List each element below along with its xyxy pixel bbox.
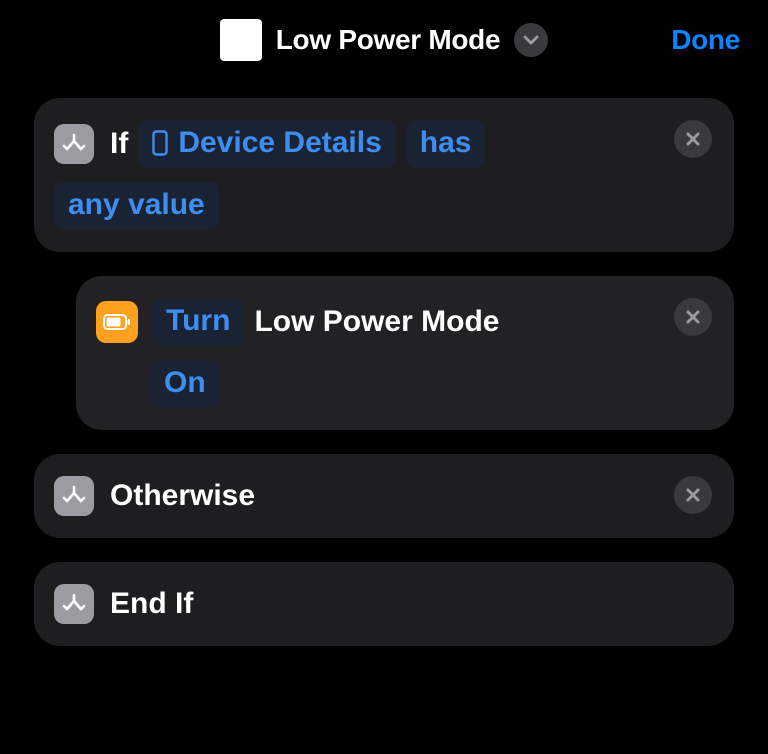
if-variable-token[interactable]: Device Details (138, 120, 395, 168)
turn-token[interactable]: Turn (152, 298, 244, 346)
shortcut-icon[interactable] (220, 19, 262, 61)
endif-block[interactable]: End If (34, 562, 734, 646)
if-qualifier-token[interactable]: any value (54, 182, 219, 230)
delete-otherwise-button[interactable] (674, 476, 712, 514)
delete-lpm-button[interactable] (674, 298, 712, 336)
chevron-down-icon (523, 35, 539, 45)
if-condition-token[interactable]: has (406, 120, 486, 168)
if-variable-label: Device Details (178, 125, 381, 161)
control-flow-icon (54, 584, 94, 624)
battery-app-icon (96, 301, 138, 343)
shortcut-title: Low Power Mode (276, 24, 500, 56)
lpm-row: Turn Low Power Mode (96, 298, 710, 346)
branch-icon (62, 132, 86, 156)
done-button[interactable]: Done (671, 24, 740, 56)
shortcut-header: Low Power Mode Done (0, 0, 768, 80)
control-flow-icon (54, 124, 94, 164)
if-keyword: If (110, 127, 128, 161)
delete-if-button[interactable] (674, 120, 712, 158)
otherwise-block[interactable]: Otherwise (34, 454, 734, 538)
otherwise-keyword: Otherwise (110, 479, 255, 513)
close-icon (685, 131, 701, 147)
branch-icon (62, 592, 86, 616)
set-low-power-mode-block[interactable]: Turn Low Power Mode On (76, 276, 734, 430)
on-token[interactable]: On (150, 360, 220, 408)
battery-icon (103, 314, 131, 330)
header-center: Low Power Mode (220, 19, 548, 61)
endif-keyword: End If (110, 587, 193, 621)
if-row-2: any value (54, 182, 710, 230)
lpm-row-2: On (150, 360, 710, 408)
control-flow-icon (54, 476, 94, 516)
lpm-subject: Low Power Mode (254, 305, 499, 339)
device-icon (152, 130, 168, 156)
if-block[interactable]: If Device Details has any value (34, 98, 734, 252)
nested-actions: Turn Low Power Mode On (76, 276, 734, 430)
actions-list: If Device Details has any value (0, 80, 768, 646)
close-icon (685, 309, 701, 325)
branch-icon (62, 484, 86, 508)
if-row: If Device Details has (54, 120, 710, 168)
endif-row: End If (54, 584, 710, 624)
shortcut-menu-button[interactable] (514, 23, 548, 57)
close-icon (685, 487, 701, 503)
otherwise-row: Otherwise (54, 476, 710, 516)
